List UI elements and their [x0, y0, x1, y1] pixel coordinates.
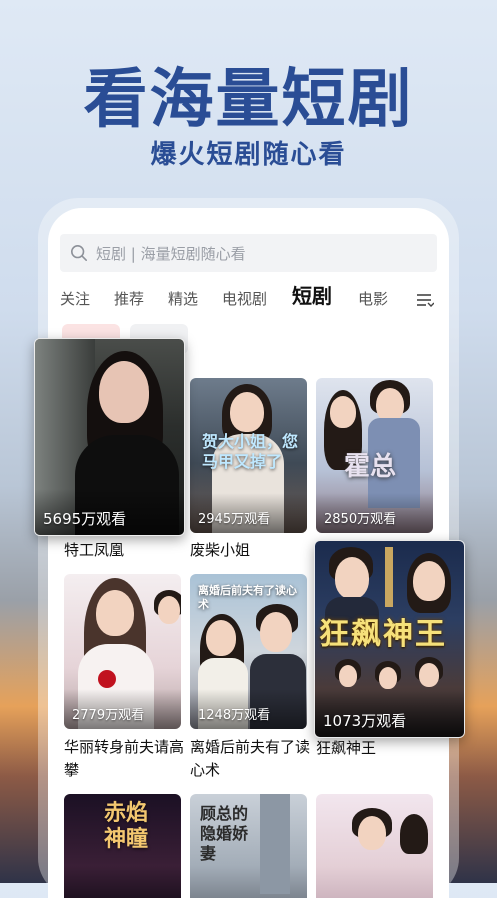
drama-card[interactable]: 离婚后前夫有了读心术 1248万观看	[190, 574, 307, 729]
search-placeholder: 短剧 | 海量短剧随心看	[96, 244, 246, 263]
drama-title[interactable]: 华丽转身前夫请高攀	[64, 736, 184, 782]
drama-card[interactable]: 赤焰神瞳	[64, 794, 181, 898]
view-count: 2945万观看	[198, 512, 271, 527]
drama-card[interactable]: 贺大小姐，您马甲又掉了 2945万观看	[190, 378, 307, 533]
tab-movie[interactable]: 电影	[358, 288, 388, 310]
drama-title[interactable]: 特工凤凰	[64, 539, 184, 562]
poster-title: 狂飙神王	[319, 617, 447, 652]
search-bar[interactable]: 短剧 | 海量短剧随心看	[60, 234, 437, 272]
view-count: 1073万观看	[323, 712, 407, 730]
view-count: 1248万观看	[198, 708, 271, 723]
tab-recommend[interactable]: 推荐	[114, 288, 144, 310]
featured-drama-card[interactable]: 狂飙神王 1073万观看	[314, 540, 465, 738]
hero-subtitle: 爆火短剧随心看	[150, 140, 347, 170]
featured-drama-card[interactable]: 5695万观看	[34, 338, 185, 536]
tab-short-drama[interactable]: 短剧	[292, 285, 332, 307]
category-tabs: 关注 推荐 精选 电视剧 短剧 电影	[60, 285, 440, 318]
poster-title: 顾总的隐婚娇妻	[200, 804, 249, 863]
view-count: 2779万观看	[72, 708, 145, 723]
poster-title: 贺大小姐，您马甲又掉了	[202, 432, 299, 471]
view-count: 5695万观看	[43, 510, 127, 528]
tab-featured[interactable]: 精选	[168, 288, 198, 310]
drama-card[interactable]: 2779万观看	[64, 574, 181, 729]
tab-follow[interactable]: 关注	[60, 288, 90, 310]
view-count: 2850万观看	[324, 512, 397, 527]
hero-title: 看海量短剧	[83, 63, 414, 137]
drama-title[interactable]: 离婚后前夫有了读心术	[190, 736, 310, 782]
search-icon	[70, 244, 88, 262]
drama-title[interactable]: 废柴小姐	[190, 539, 307, 562]
tab-tv-series[interactable]: 电视剧	[222, 288, 267, 310]
channel-menu-icon[interactable]	[416, 292, 434, 308]
drama-title[interactable]: 狂飙神王	[316, 737, 436, 760]
poster-title: 赤焰神瞳	[104, 800, 149, 852]
drama-card[interactable]	[316, 794, 433, 898]
drama-card[interactable]: 顾总的隐婚娇妻	[190, 794, 307, 898]
poster-title: 霍总	[344, 452, 397, 482]
drama-card[interactable]: 霍总 2850万观看	[316, 378, 433, 533]
